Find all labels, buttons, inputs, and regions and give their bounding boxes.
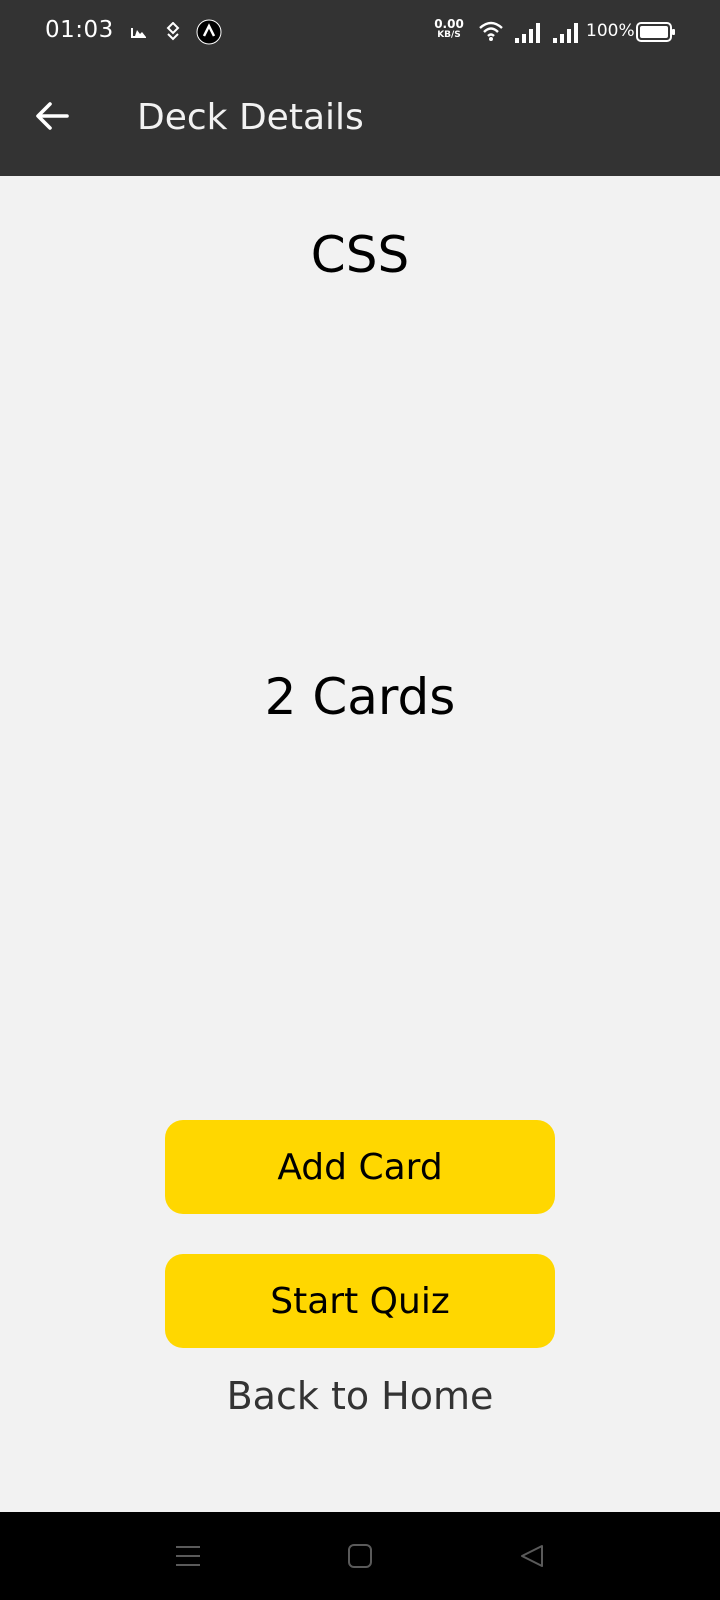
back-triangle-icon — [521, 1545, 543, 1567]
back-button[interactable] — [28, 92, 76, 140]
arrow-left-icon — [36, 102, 69, 130]
deck-title: CSS — [310, 226, 410, 284]
home-button[interactable] — [338, 1534, 382, 1578]
app-bar: Deck Details — [0, 64, 720, 176]
status-bar: 01:03 0.00 KB/S 100% — [0, 0, 720, 64]
home-square-icon — [348, 1544, 372, 1568]
menu-icon — [176, 1546, 200, 1566]
system-nav-bar — [0, 1512, 720, 1600]
back-nav-button[interactable] — [510, 1534, 554, 1578]
card-count: 2 Cards — [264, 668, 456, 726]
battery-icon — [636, 21, 676, 47]
wifi-icon — [478, 20, 504, 46]
page-title: Deck Details — [137, 97, 364, 138]
gallery-icon — [130, 24, 148, 44]
menu-button[interactable] — [166, 1534, 210, 1578]
app-notification-icon — [165, 21, 181, 46]
navigation-icon — [196, 19, 222, 49]
network-speed-unit: KB/S — [437, 30, 461, 40]
start-quiz-button[interactable]: Start Quiz — [165, 1254, 555, 1348]
network-speed: 0.00 KB/S — [432, 18, 466, 40]
status-time: 01:03 — [45, 17, 114, 43]
network-speed-value: 0.00 — [434, 17, 464, 31]
signal-icon — [514, 21, 542, 47]
back-to-home-link[interactable]: Back to Home — [0, 1372, 720, 1420]
battery-percent: 100% — [586, 21, 635, 41]
add-card-button[interactable]: Add Card — [165, 1120, 555, 1214]
signal-icon-2 — [552, 21, 580, 47]
